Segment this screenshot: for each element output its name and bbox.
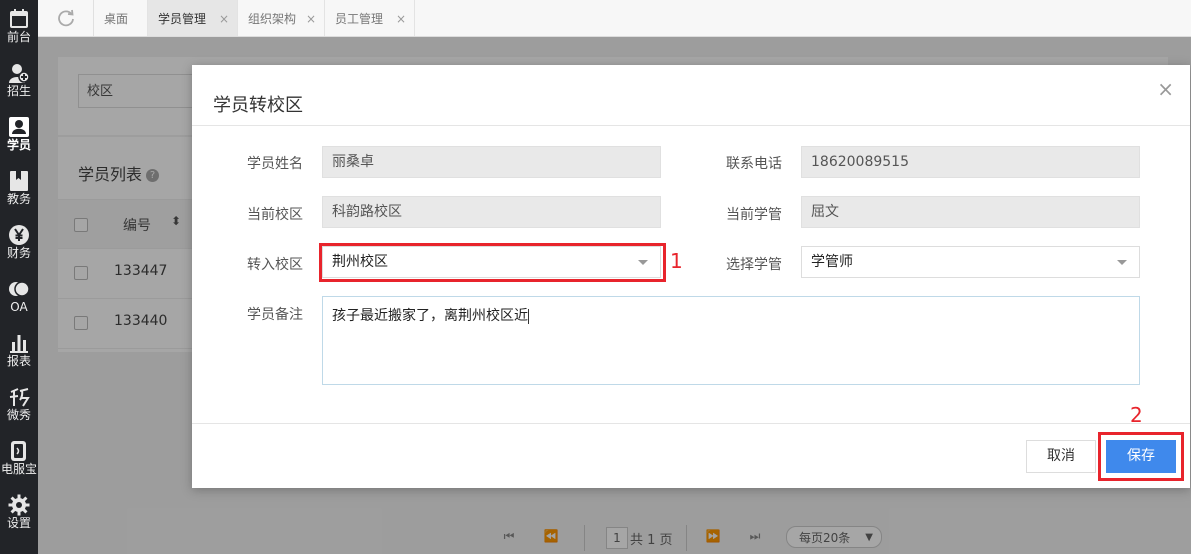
- refresh-icon: [57, 9, 74, 27]
- tab-label: 学员管理: [158, 12, 207, 26]
- gear-icon: [8, 494, 30, 516]
- highlight-box-save: [1098, 432, 1184, 481]
- text-cursor: [528, 308, 529, 324]
- tab-employee-management[interactable]: 员工管理 ×: [325, 0, 415, 36]
- tab-label: 组织架构: [248, 12, 297, 26]
- tab-bar: 桌面 学员管理 × 组织架构 × 员工管理 ×: [38, 0, 1191, 37]
- sidebar-item-reports[interactable]: 报表: [0, 327, 38, 379]
- yen-icon: [9, 225, 29, 245]
- tab-desktop[interactable]: 桌面: [94, 0, 148, 36]
- current-campus-field: 科韵路校区: [322, 196, 661, 228]
- manager-select[interactable]: 学管师: [801, 246, 1140, 278]
- target-campus-label: 转入校区: [247, 257, 303, 273]
- sidebar-item-students[interactable]: 学员: [0, 111, 38, 163]
- select-manager-label: 选择学管: [726, 257, 782, 273]
- student-icon: [9, 117, 29, 137]
- divider: [192, 423, 1190, 424]
- student-name-label: 学员姓名: [247, 156, 303, 172]
- sidebar-item-phone-service[interactable]: 电服宝: [0, 435, 38, 487]
- tab-student-management[interactable]: 学员管理 ×: [148, 0, 238, 36]
- sidebar-item-academic[interactable]: 教务: [0, 165, 38, 217]
- phone-service-icon: [11, 441, 26, 461]
- tab-close-icon[interactable]: ×: [396, 0, 406, 38]
- tab-close-icon[interactable]: ×: [219, 0, 229, 38]
- current-manager-label: 当前学管: [726, 207, 782, 223]
- tab-org-structure[interactable]: 组织架构 ×: [238, 0, 325, 36]
- xiu-icon: [9, 388, 30, 407]
- calendar-icon: [10, 9, 28, 28]
- highlight-box-target-campus: [319, 243, 666, 282]
- close-icon[interactable]: ×: [1157, 77, 1174, 101]
- remark-textarea[interactable]: 孩子最近搬家了，离荆州校区近: [322, 296, 1140, 385]
- current-campus-label: 当前校区: [247, 207, 303, 223]
- sidebar-item-weixiu[interactable]: 微秀: [0, 381, 38, 433]
- student-name-field: 丽桑卓: [322, 146, 661, 178]
- chat-icon: [9, 281, 30, 297]
- remark-label: 学员备注: [247, 307, 303, 323]
- sidebar-item-frontdesk[interactable]: 前台: [0, 3, 38, 55]
- sidebar-item-finance[interactable]: 财务: [0, 219, 38, 271]
- tab-label: 员工管理: [335, 12, 384, 26]
- remark-text: 孩子最近搬家了，离荆州校区近: [332, 308, 528, 324]
- dialog-title: 学员转校区: [213, 95, 303, 116]
- tab-close-icon[interactable]: ×: [306, 0, 316, 38]
- phone-label: 联系电话: [726, 156, 782, 172]
- phone-field: 18620089515: [801, 146, 1140, 178]
- sidebar: 前台 招生 学员 教务 财务 OA 报表 微秀 电服宝 设置: [0, 0, 38, 554]
- bar-chart-icon: [10, 335, 28, 353]
- book-icon: [10, 171, 28, 191]
- annotation-number-1: 1: [670, 249, 683, 273]
- sidebar-item-recruit[interactable]: 招生: [0, 57, 38, 109]
- refresh-button[interactable]: [38, 0, 94, 36]
- tab-label: 桌面: [104, 12, 129, 26]
- chevron-down-icon: [1117, 260, 1127, 265]
- sidebar-item-oa[interactable]: OA: [0, 273, 38, 325]
- divider: [192, 125, 1190, 126]
- annotation-number-2: 2: [1130, 403, 1143, 427]
- current-manager-field: 屈文: [801, 196, 1140, 228]
- cancel-button[interactable]: 取消: [1026, 440, 1096, 473]
- transfer-campus-dialog: 学员转校区 × 学员姓名 丽桑卓 联系电话 18620089515 当前校区 科…: [192, 65, 1190, 488]
- sidebar-item-settings[interactable]: 设置: [0, 489, 38, 541]
- add-user-icon: [9, 64, 30, 83]
- manager-value: 学管师: [811, 254, 853, 270]
